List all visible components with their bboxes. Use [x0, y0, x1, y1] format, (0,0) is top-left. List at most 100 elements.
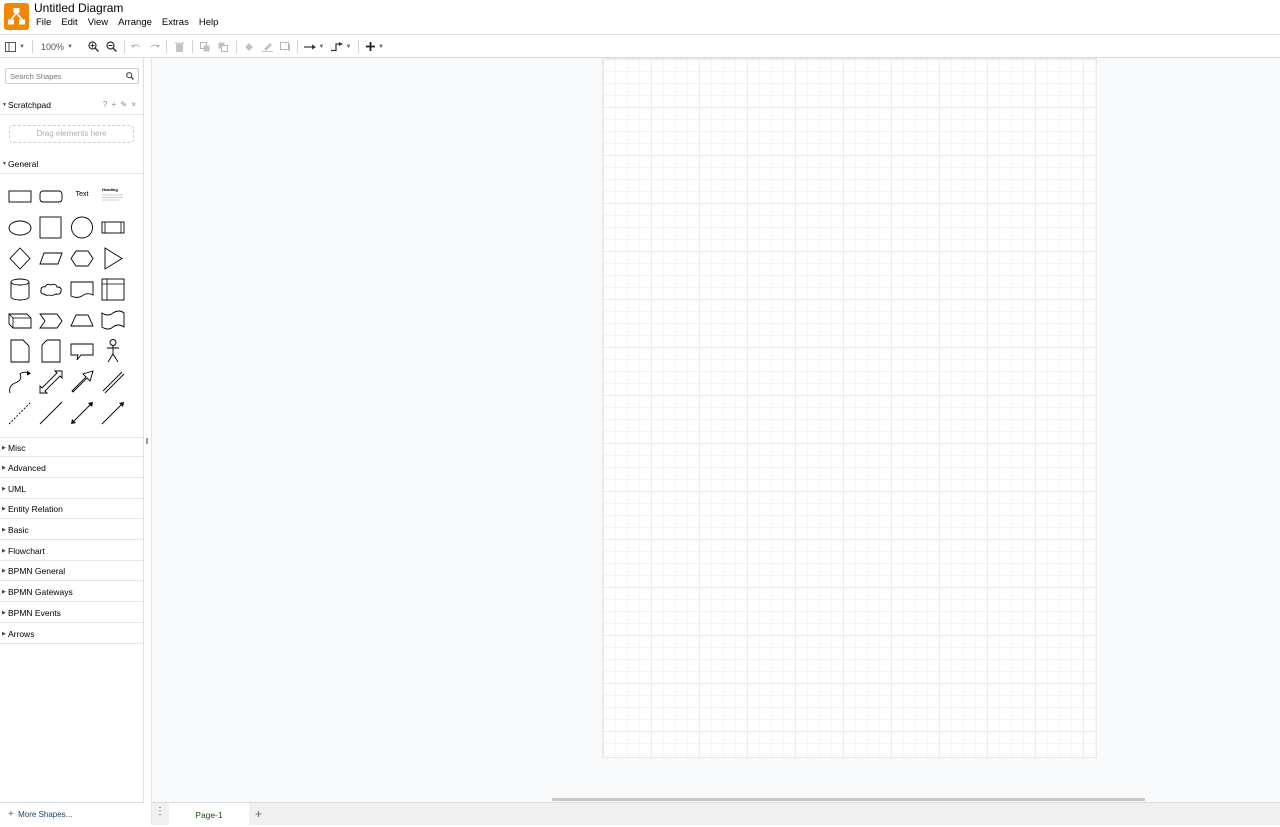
directional-connector-icon[interactable]: [99, 399, 127, 427]
process-shape-icon[interactable]: [99, 213, 127, 241]
triangle-shape-icon[interactable]: [99, 244, 127, 272]
splitter-grip-icon[interactable]: [146, 438, 148, 444]
section-flowchart[interactable]: ▶ Flowchart: [0, 541, 143, 561]
search-shapes-input[interactable]: Search Shapes: [5, 68, 139, 84]
pencil-icon: [261, 42, 273, 52]
card-shape-icon[interactable]: [37, 337, 65, 365]
circle-shape-icon[interactable]: [68, 213, 96, 241]
note-shape-icon[interactable]: [6, 337, 34, 365]
line-color-button[interactable]: [260, 35, 274, 58]
expand-triangle-icon: ▼: [2, 102, 7, 108]
menu-arrange[interactable]: Arrange: [113, 17, 157, 29]
menu-view[interactable]: View: [83, 17, 113, 29]
callout-shape-icon[interactable]: [68, 337, 96, 365]
collapsed-triangle-icon: ▶: [2, 465, 6, 471]
section-basic[interactable]: ▶ Basic: [0, 520, 143, 540]
menu-edit[interactable]: Edit: [56, 17, 82, 29]
shapes-sidebar: Search Shapes ▼ Scratchpad ? + ✎ × Drag …: [0, 58, 144, 802]
delete-button[interactable]: [173, 35, 186, 58]
section-bpmn-gateways[interactable]: ▶ BPMN Gateways: [0, 582, 143, 602]
scratchpad-actions[interactable]: ? + ✎ ×: [103, 95, 137, 115]
diagram-canvas[interactable]: [152, 58, 1280, 802]
diagram-page[interactable]: [602, 58, 1097, 758]
to-front-icon: [199, 41, 209, 51]
menubar: File Edit View Arrange Extras Help: [31, 17, 223, 29]
section-label: Flowchart: [8, 546, 45, 556]
format-panel-button[interactable]: ▼: [4, 35, 26, 58]
curve-connector-icon[interactable]: [6, 368, 34, 396]
diagram-title[interactable]: Untitled Diagram: [34, 1, 123, 16]
shadow-button[interactable]: [278, 35, 291, 58]
diamond-shape-icon[interactable]: [6, 244, 34, 272]
app-logo: [4, 3, 29, 30]
connector-arrow-icon: [303, 44, 316, 49]
trapezoid-shape-icon[interactable]: [68, 306, 96, 334]
section-advanced[interactable]: ▶ Advanced: [0, 458, 143, 478]
search-icon[interactable]: [126, 72, 134, 80]
collapsed-triangle-icon: ▶: [2, 548, 6, 554]
cloud-shape-icon[interactable]: [37, 275, 65, 303]
cylinder-shape-icon[interactable]: [6, 275, 34, 303]
page-tab[interactable]: Page-1: [169, 803, 249, 826]
rounded-rectangle-shape-icon[interactable]: [37, 182, 65, 210]
connection-style-button[interactable]: ▼: [303, 35, 325, 58]
hexagon-shape-icon[interactable]: [68, 244, 96, 272]
arrow-shape-icon[interactable]: [68, 368, 96, 396]
section-general[interactable]: ▼ General: [0, 154, 143, 174]
sidebar-splitter[interactable]: [144, 58, 152, 825]
textbox-shape[interactable]: Heading: [99, 182, 127, 210]
zoom-level: 100%: [41, 41, 65, 52]
menu-extras[interactable]: Extras: [157, 17, 194, 29]
horizontal-scrollbar[interactable]: [552, 798, 1145, 801]
square-shape-icon[interactable]: [37, 213, 65, 241]
insert-button[interactable]: ▼: [364, 35, 386, 58]
zoom-in-button[interactable]: [86, 35, 100, 58]
dashed-line-icon[interactable]: [6, 399, 34, 427]
bidirectional-connector-icon[interactable]: [68, 399, 96, 427]
tape-shape-icon[interactable]: [99, 306, 127, 334]
redo-button[interactable]: [148, 35, 161, 58]
section-scratchpad[interactable]: ▼ Scratchpad ? + ✎ ×: [0, 95, 143, 115]
ellipse-shape-icon[interactable]: [6, 213, 34, 241]
section-uml[interactable]: ▶ UML: [0, 479, 143, 499]
pages-menu-icon[interactable]: ⋮: [155, 806, 165, 823]
rectangle-shape-icon[interactable]: [6, 182, 34, 210]
document-shape-icon[interactable]: [68, 275, 96, 303]
step-shape-icon[interactable]: [37, 306, 65, 334]
cube-shape-icon[interactable]: [6, 306, 34, 334]
bidirectional-arrow-shape-icon[interactable]: [37, 368, 65, 396]
page-tabs-bar: ⋮ Page-1 +: [152, 802, 1280, 826]
scratchpad-dropzone[interactable]: Drag elements here: [9, 125, 134, 143]
plus-icon: +: [8, 809, 14, 820]
menu-help[interactable]: Help: [194, 17, 224, 29]
internal-storage-shape-icon[interactable]: [99, 275, 127, 303]
collapsed-triangle-icon: ▶: [2, 527, 6, 533]
section-label: Arrows: [8, 629, 35, 639]
undo-button[interactable]: [129, 35, 142, 58]
zoom-out-button[interactable]: [104, 35, 118, 58]
more-shapes-button[interactable]: + More Shapes...: [0, 802, 144, 825]
scratchpad-title: Scratchpad: [8, 100, 51, 110]
link-shape-icon[interactable]: [99, 368, 127, 396]
actor-shape-icon[interactable]: [99, 337, 127, 365]
collapsed-triangle-icon: ▶: [2, 589, 6, 595]
waypoints-button[interactable]: ▼: [330, 35, 352, 58]
paint-bucket-icon: [244, 42, 253, 51]
section-bpmn-general[interactable]: ▶ BPMN General: [0, 561, 143, 581]
parallelogram-shape-icon[interactable]: [37, 244, 65, 272]
more-shapes-label: More Shapes...: [18, 810, 73, 819]
general-title: General: [8, 159, 39, 169]
to-front-button[interactable]: [198, 35, 211, 58]
menu-file[interactable]: File: [31, 17, 56, 29]
fill-color-button[interactable]: [242, 35, 255, 58]
line-icon[interactable]: [37, 399, 65, 427]
text-shape[interactable]: Text: [68, 182, 96, 210]
to-back-button[interactable]: [216, 35, 229, 58]
section-misc[interactable]: ▶ Misc: [0, 437, 143, 457]
section-arrows[interactable]: ▶ Arrows: [0, 624, 143, 644]
add-page-button[interactable]: +: [255, 806, 262, 822]
section-bpmn-events[interactable]: ▶ BPMN Events: [0, 603, 143, 623]
zoom-dropdown[interactable]: 100% ▼: [38, 35, 76, 58]
section-entity-relation[interactable]: ▶ Entity Relation: [0, 499, 143, 519]
search-placeholder: Search Shapes: [10, 72, 62, 81]
